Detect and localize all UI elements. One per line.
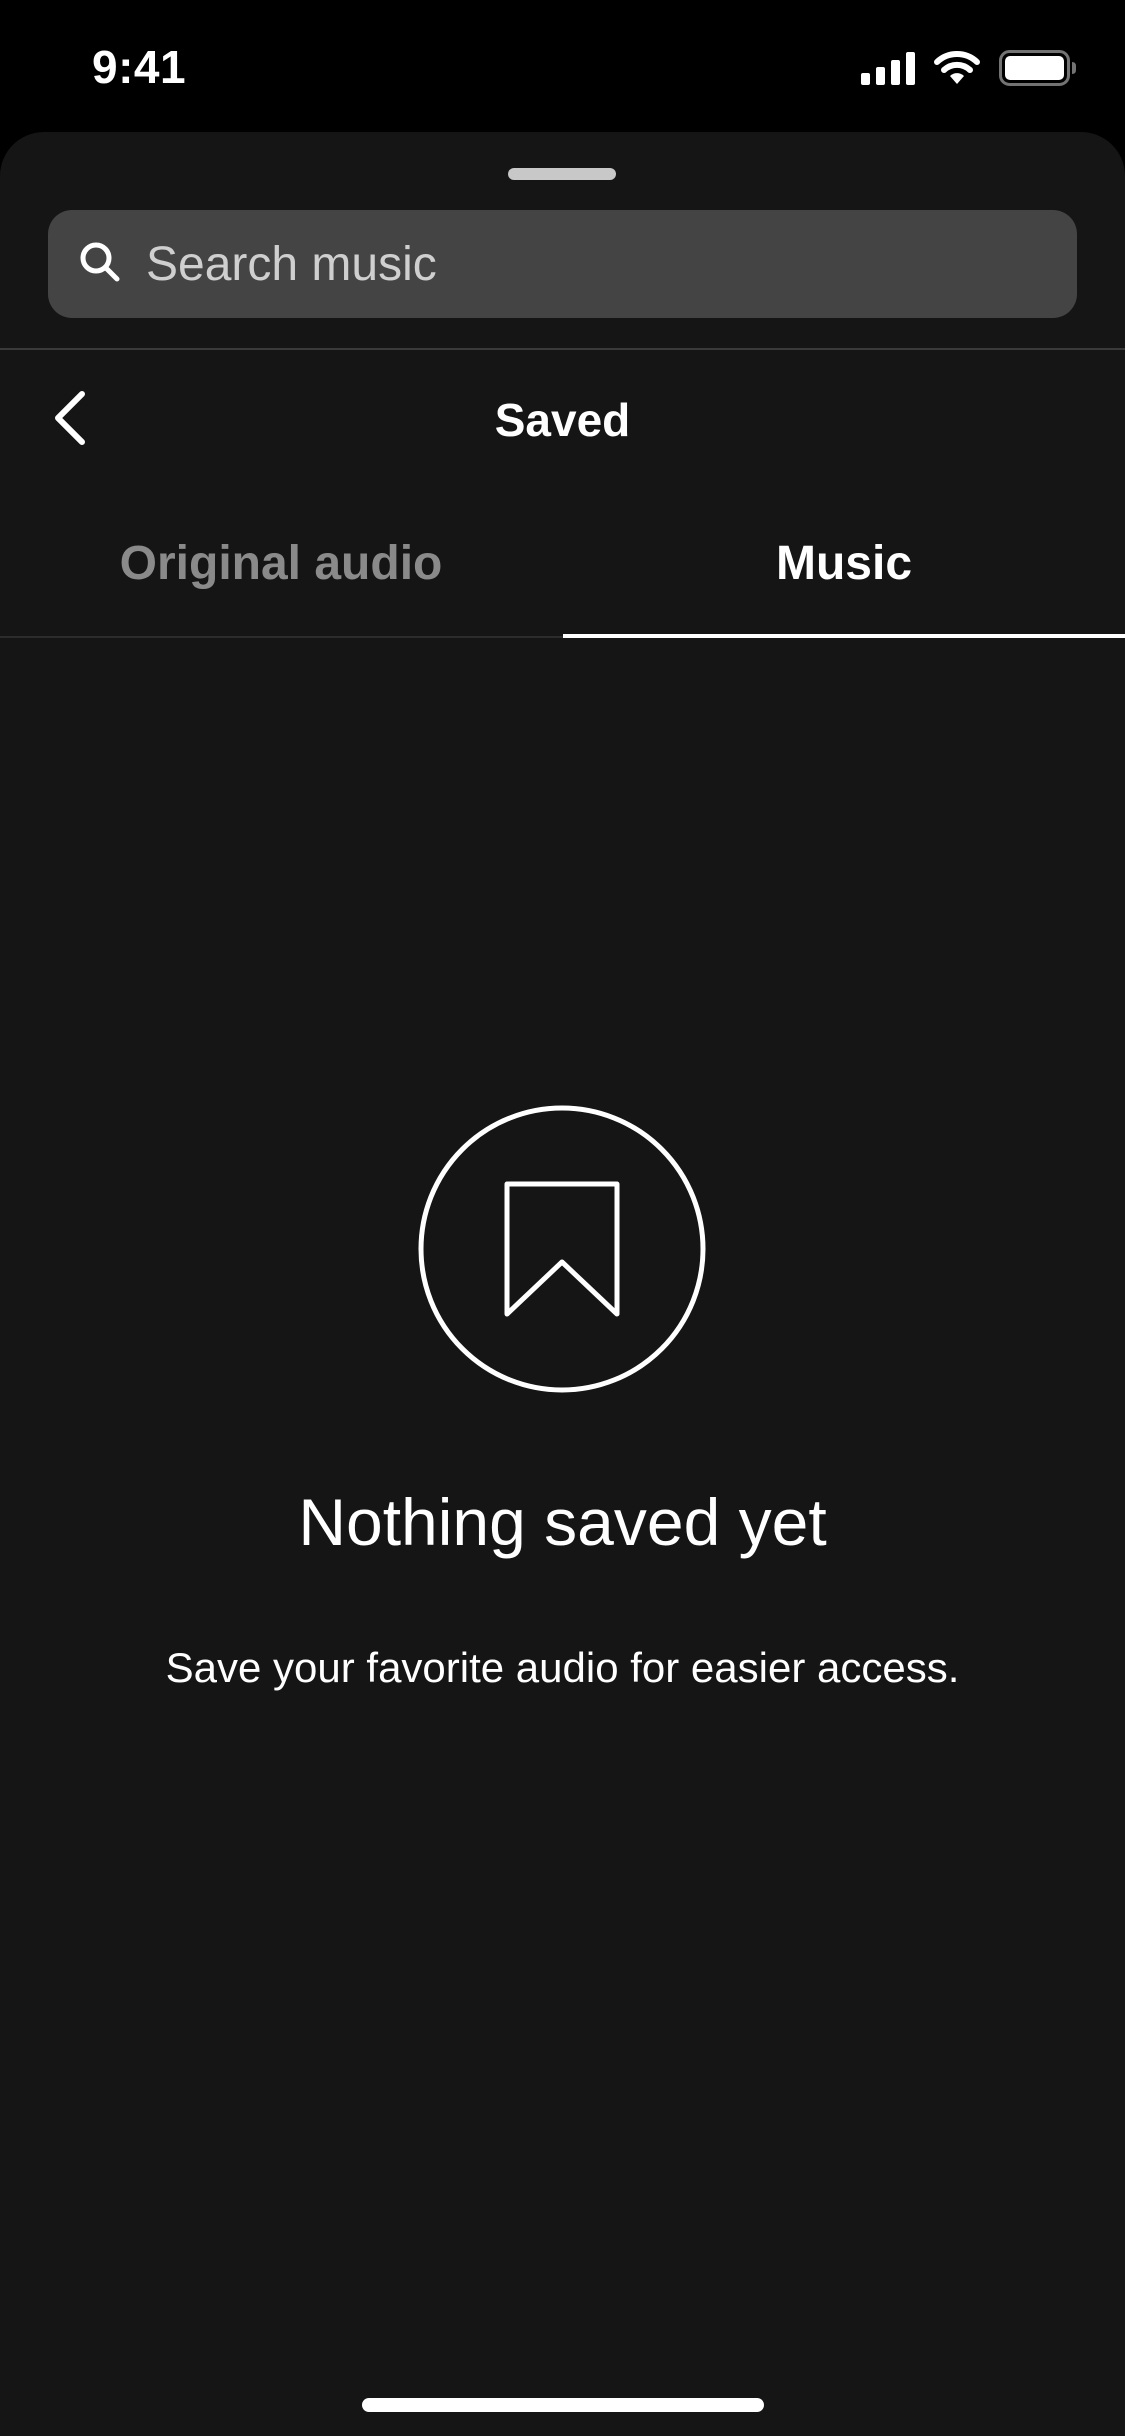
home-indicator — [362, 2398, 764, 2412]
page-title: Saved — [494, 394, 631, 446]
bookmark-icon — [417, 1104, 707, 1394]
battery-icon — [999, 50, 1077, 91]
wifi-icon — [933, 50, 981, 91]
active-tab-indicator — [563, 634, 1125, 638]
status-time: 9:41 — [92, 41, 187, 93]
tab-bar: Original audio Music — [0, 490, 1125, 636]
search-icon — [78, 240, 122, 289]
search-bar[interactable] — [48, 210, 1077, 318]
search-input[interactable] — [146, 236, 1026, 292]
empty-state-title: Nothing saved yet — [298, 1485, 827, 1559]
back-button[interactable] — [40, 384, 100, 456]
sheet-grabber[interactable] — [508, 168, 616, 180]
chevron-left-icon — [50, 388, 90, 453]
screen: 9:41 Search music Saved Original audio M… — [0, 0, 1125, 2436]
empty-state-subtitle: Save your favorite audio for easier acce… — [165, 1644, 960, 1691]
tab-original-audio[interactable]: Original audio — [0, 490, 562, 636]
tab-music[interactable]: Music — [563, 490, 1125, 636]
nav-header: Saved — [0, 350, 1125, 490]
status-icons — [861, 50, 1077, 91]
music-sheet: Saved Original audio Music Nothing saved… — [0, 132, 1125, 2436]
status-bar: 9:41 — [0, 0, 1125, 132]
cellular-signal-icon — [861, 51, 915, 90]
